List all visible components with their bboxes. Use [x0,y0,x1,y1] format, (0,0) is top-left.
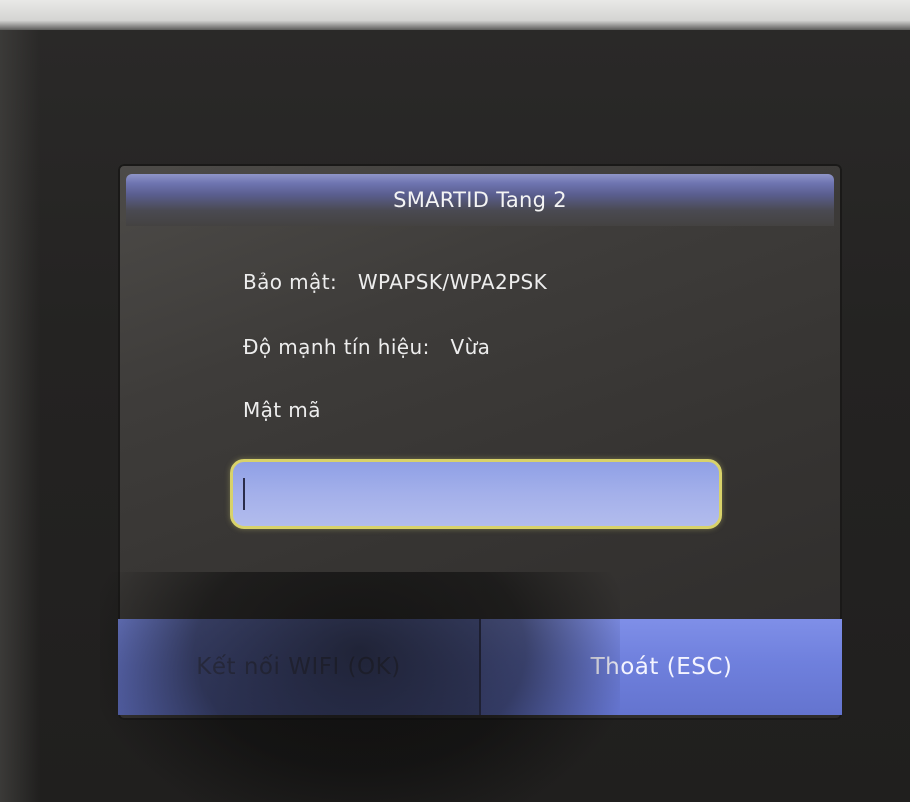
exit-button-label: Thoát (ESC) [590,654,733,680]
connect-wifi-button[interactable]: Kết nối WIFI (OK) [118,619,481,715]
security-value: WPAPSK/WPA2PSK [357,270,548,294]
connect-wifi-button-label: Kết nối WIFI (OK) [196,654,401,680]
dialog-title-bar: SMARTID Tang 2 [126,174,834,226]
signal-strength-value: Vừa [450,335,491,359]
signal-strength-label: Độ mạnh tín hiệu: [243,335,430,359]
security-label: Bảo mật: [243,270,338,294]
signal-strength-row: Độ mạnh tín hiệu: Vừa [243,335,490,359]
password-label: Mật mã [243,398,321,422]
device-photo: SMARTID Tang 2 Bảo mật: WPAPSK/WPA2PSK Đ… [0,0,910,802]
bezel-shade [0,30,40,802]
network-name-title: SMARTID Tang 2 [393,188,567,212]
dialog-button-bar: Kết nối WIFI (OK) Thoát (ESC) [118,619,842,715]
exit-button[interactable]: Thoát (ESC) [481,619,842,715]
password-input[interactable] [230,459,722,529]
text-caret [243,478,245,510]
security-row: Bảo mật: WPAPSK/WPA2PSK [243,270,547,294]
device-top-edge [0,0,910,34]
wifi-dialog: SMARTID Tang 2 Bảo mật: WPAPSK/WPA2PSK Đ… [118,164,842,720]
